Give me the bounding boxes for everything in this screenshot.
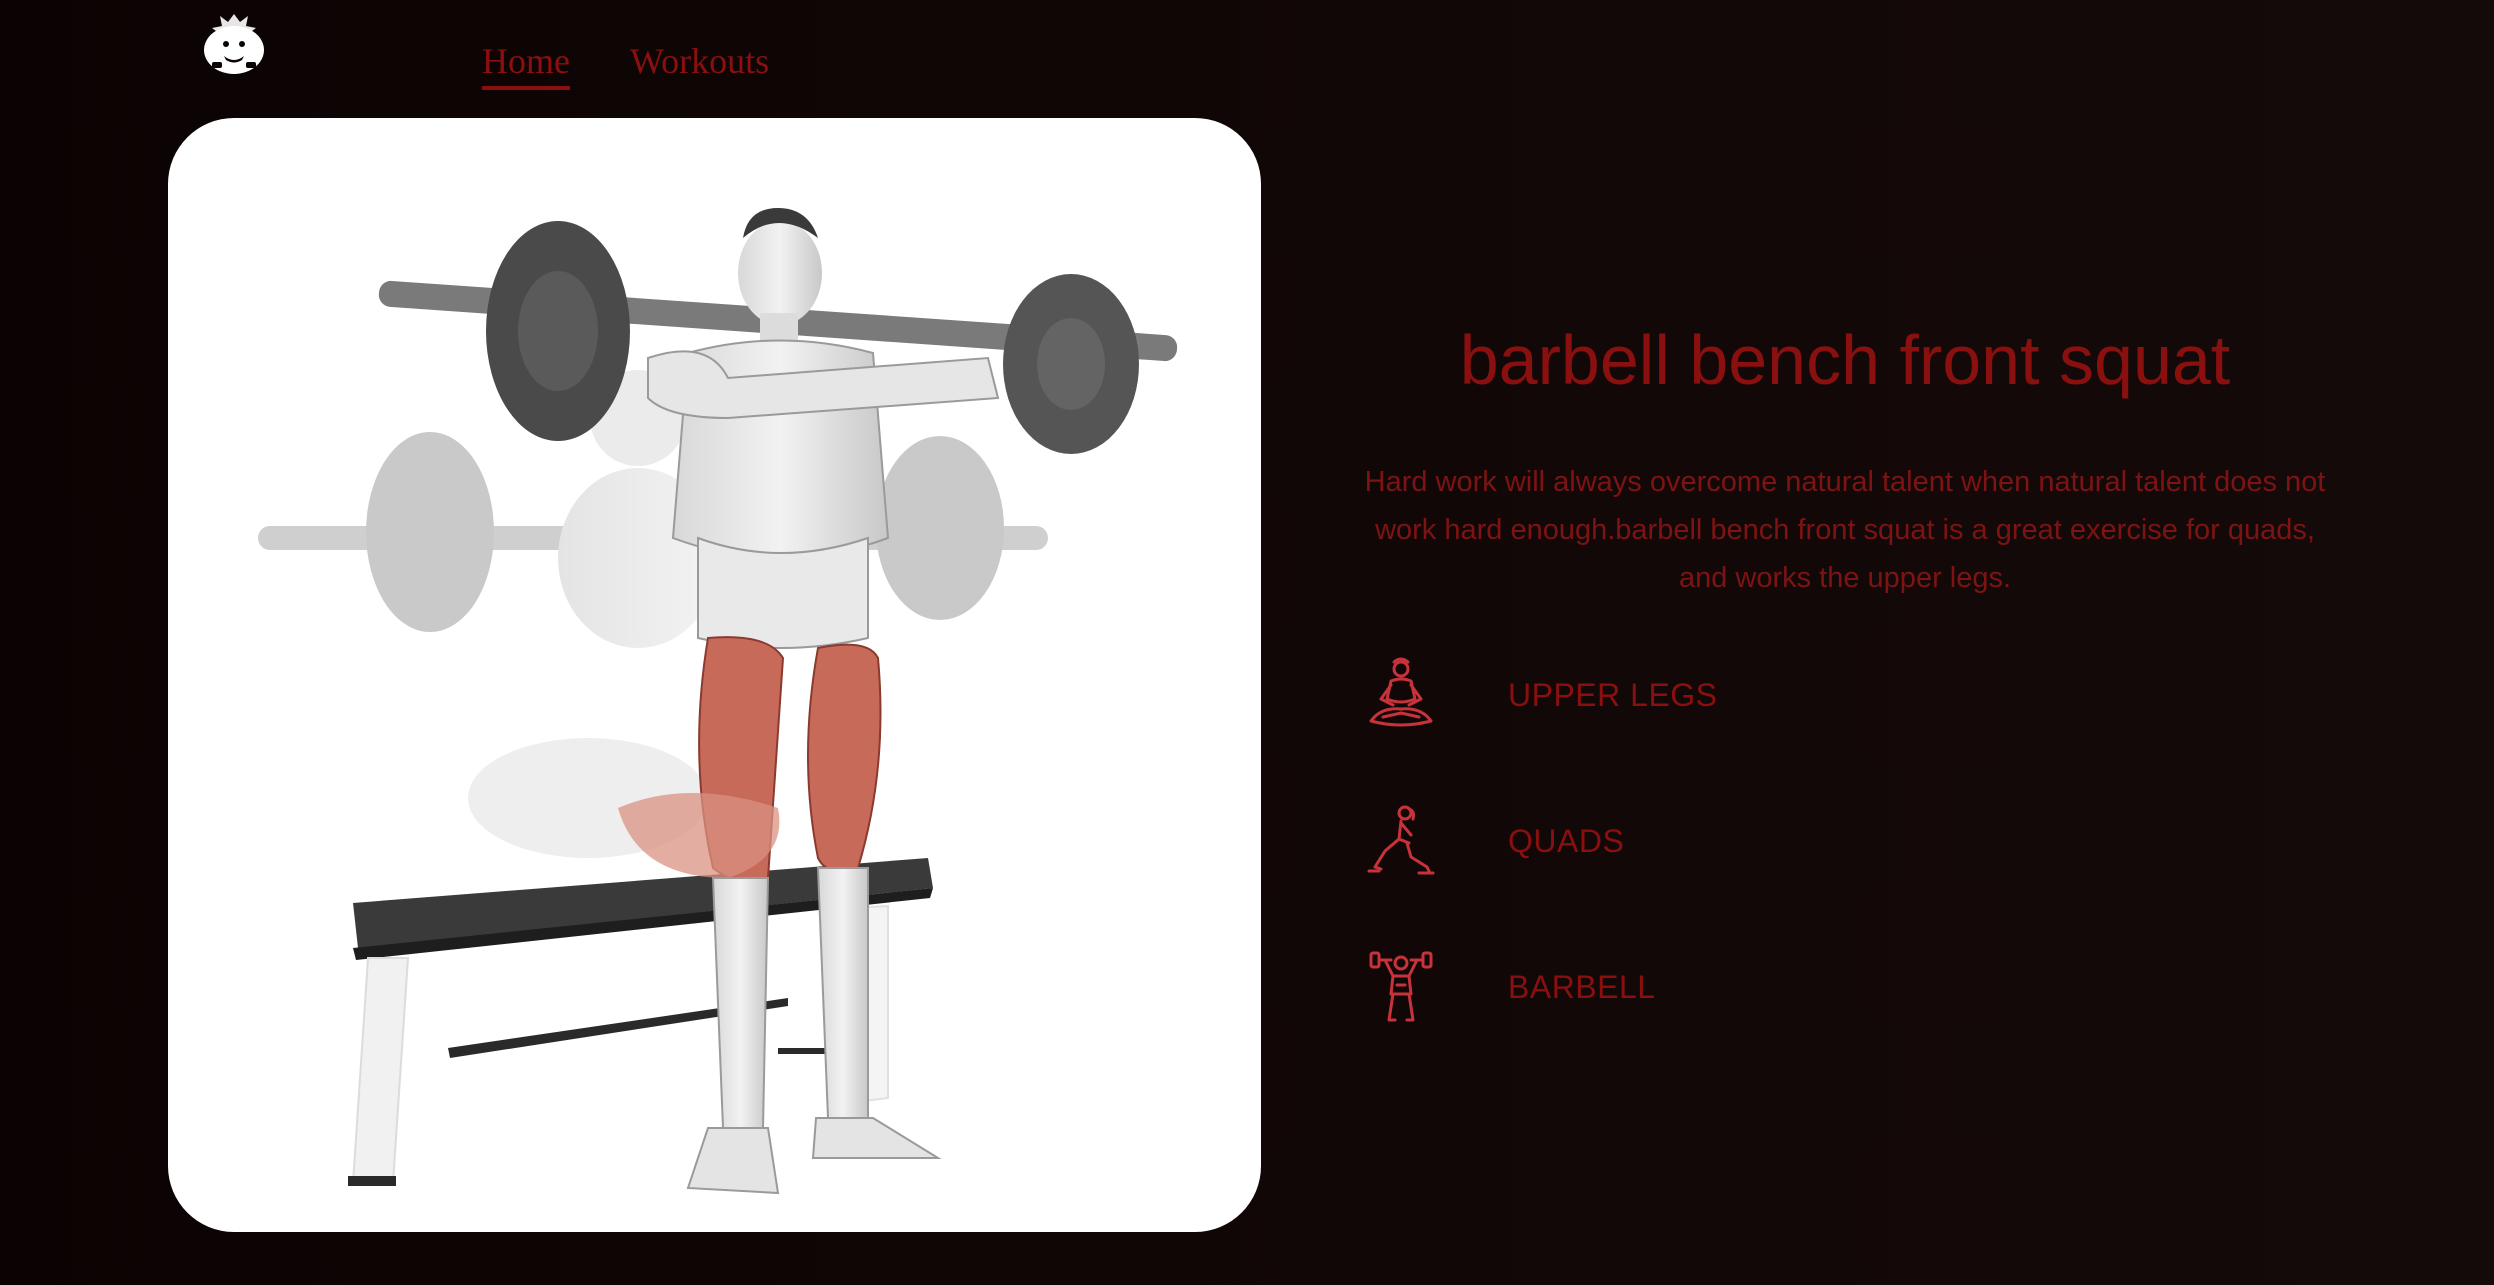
target-label: UPPER LEGS (1508, 676, 1718, 713)
target-label: QUADS (1508, 822, 1625, 859)
yoga-person-icon (1360, 654, 1442, 736)
dumbbell-lift-icon (1360, 946, 1442, 1028)
exercise-info: barbell bench front squat Hard work will… (1340, 300, 2350, 602)
target-list: UPPER LEGS QUADS BARBELL (1360, 654, 1718, 1092)
target-item-upper-legs: UPPER LEGS (1360, 654, 1718, 736)
target-item-quads: QUADS (1360, 800, 1718, 882)
lunge-person-icon (1360, 800, 1442, 882)
target-item-barbell: BARBELL (1360, 946, 1718, 1028)
exercise-title: barbell bench front squat (1459, 321, 2231, 399)
exercise-image (168, 118, 1261, 1232)
exercise-detail-page: Home Workouts barbell bench front squat … (0, 0, 2494, 1285)
nav-workouts-link[interactable]: Workouts (630, 40, 769, 90)
target-label: BARBELL (1508, 968, 1656, 1005)
nav-home-link[interactable]: Home (482, 40, 570, 90)
main-nav: Home Workouts (482, 40, 769, 90)
gym-logo[interactable] (194, 10, 274, 82)
exercise-description: Hard work will always overcome natural t… (1364, 466, 2326, 594)
